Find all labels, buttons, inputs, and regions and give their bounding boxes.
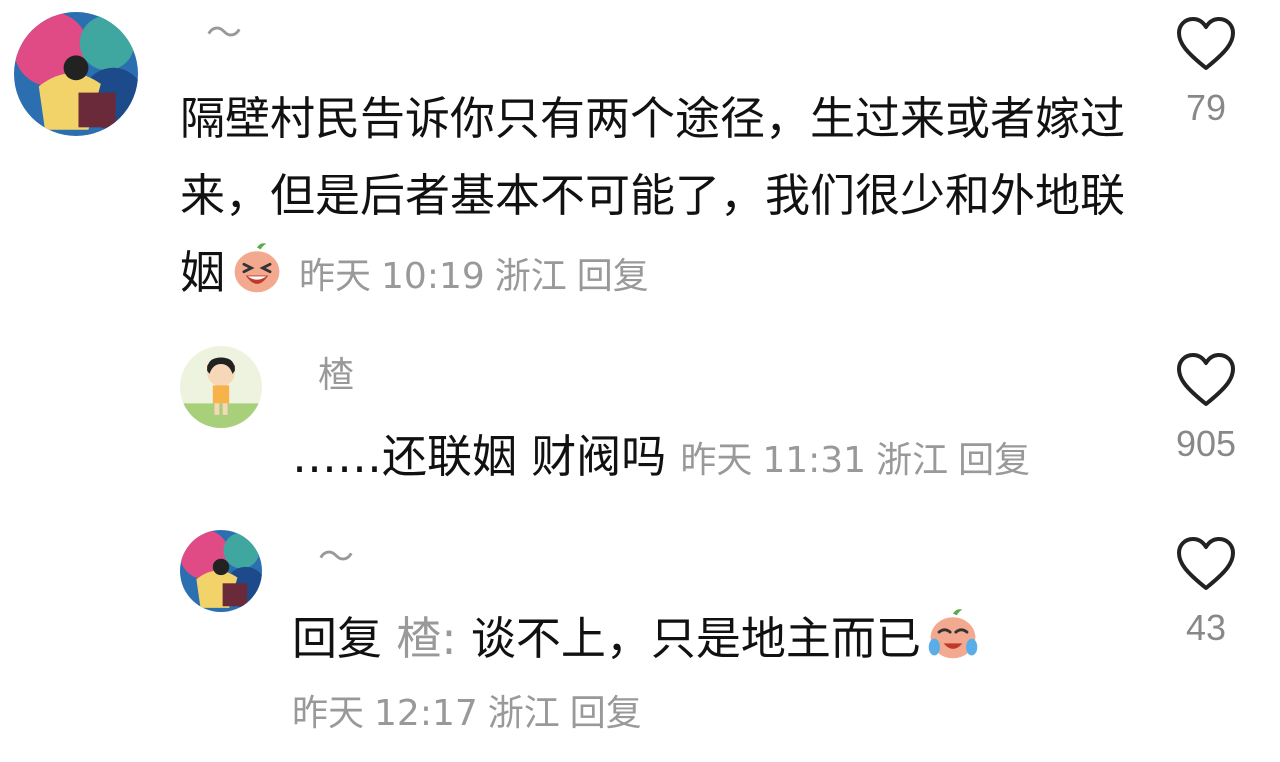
- commenter-username[interactable]: ～: [318, 540, 354, 576]
- comment-text: ……还联姻 财阀吗 昨天 11:31 浙江 回复: [292, 418, 1152, 499]
- commenter-avatar[interactable]: [14, 12, 138, 136]
- comment-date: 昨天: [680, 440, 753, 481]
- reply-button[interactable]: 回复: [958, 440, 1030, 481]
- comment-text: 回复 楂: 谈不上，只是地主而已: [292, 600, 1152, 677]
- comment-location: 浙江: [494, 256, 567, 297]
- reply-prefix: 回复: [292, 612, 383, 665]
- commenter-avatar[interactable]: [180, 346, 262, 428]
- like-count: 905: [1175, 423, 1237, 464]
- comment-time: 12:17: [374, 693, 478, 734]
- mention-username[interactable]: 楂:: [396, 612, 456, 665]
- comment-body: 谈不上，只是地主而已: [470, 612, 921, 665]
- laughing-emoji-icon: [229, 240, 285, 296]
- heart-icon: [1177, 537, 1235, 590]
- like-button[interactable]: 43: [1166, 536, 1246, 646]
- like-button[interactable]: 79: [1166, 16, 1246, 126]
- like-count: 79: [1185, 87, 1227, 128]
- comment-time: 11:31: [762, 440, 867, 481]
- commenter-username[interactable]: 楂: [318, 358, 354, 394]
- comment-text: 隔壁村民告诉你只有两个途径，生过来或者嫁过来，但是后者基本不可能了，我们很少和外…: [180, 80, 1140, 315]
- comment-meta: 昨天 12:17 浙江 回复: [292, 684, 652, 744]
- heart-icon: [1177, 353, 1235, 406]
- comment-date: 昨天: [299, 256, 372, 297]
- reply-button[interactable]: 回复: [570, 693, 642, 734]
- commenter-username[interactable]: ～: [206, 16, 242, 52]
- comment-location: 浙江: [487, 693, 560, 734]
- like-button[interactable]: 905: [1166, 352, 1246, 462]
- heart-icon: [1177, 17, 1235, 70]
- comment-time: 10:19: [381, 256, 485, 297]
- comment-meta: 昨天 10:19 浙江 回复: [299, 256, 649, 297]
- reply-button[interactable]: 回复: [577, 256, 649, 297]
- comment-meta: 昨天 11:31 浙江 回复: [680, 440, 1030, 481]
- commenter-avatar[interactable]: [180, 530, 262, 612]
- crying-laughing-emoji-icon: [925, 606, 981, 662]
- comment-body: ……还联姻 财阀吗: [292, 430, 667, 483]
- like-count: 43: [1185, 607, 1227, 648]
- comment-date: 昨天: [292, 693, 365, 734]
- comment-location: 浙江: [876, 440, 949, 481]
